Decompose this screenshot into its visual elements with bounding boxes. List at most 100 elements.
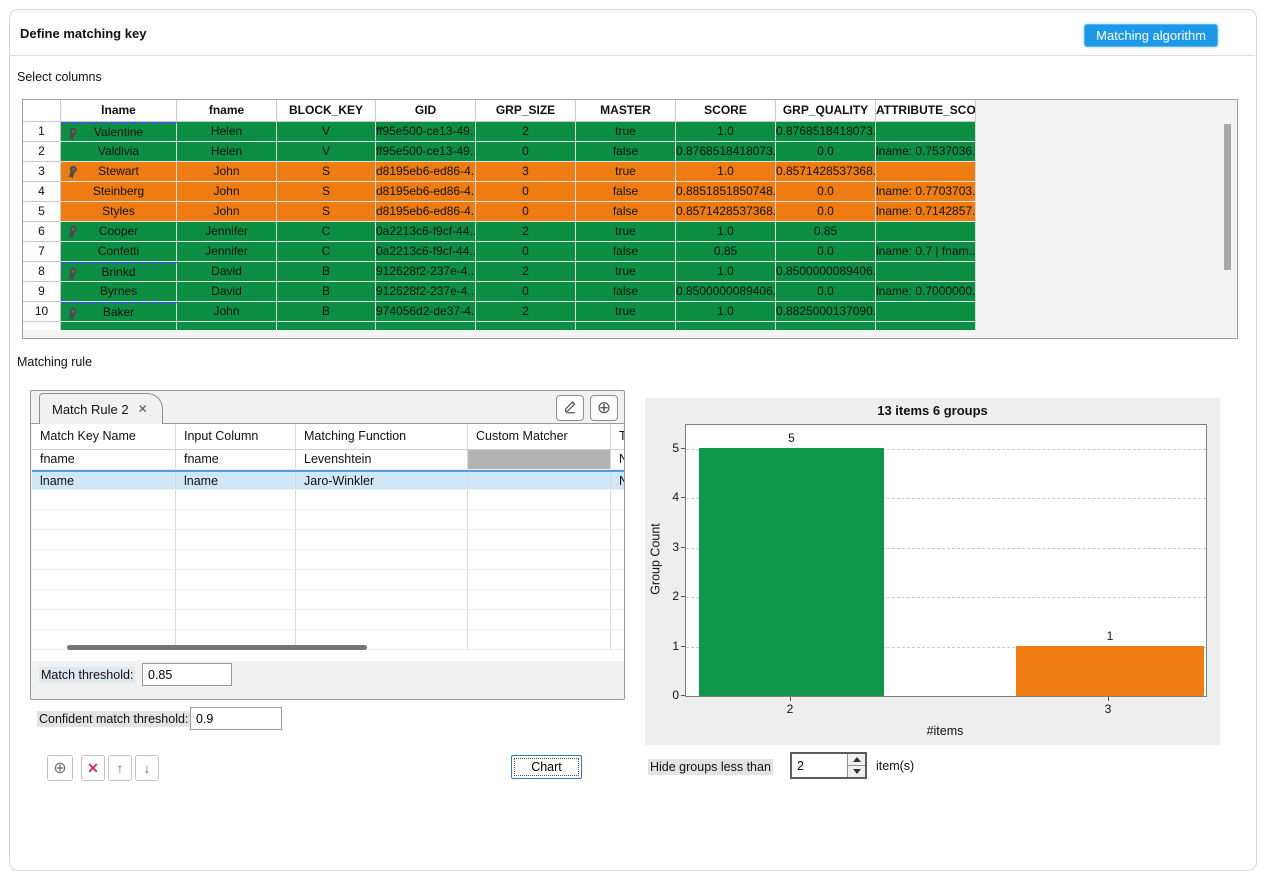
cell-lname: Confetti bbox=[61, 242, 177, 262]
rule-cell-empty bbox=[611, 610, 624, 629]
rule-row-empty bbox=[32, 610, 624, 630]
tab-match-rule-2[interactable]: Match Rule 2 ✕ bbox=[39, 393, 163, 424]
rule-cell-key: fname bbox=[32, 450, 176, 469]
x-tick-label: 3 bbox=[1105, 702, 1112, 716]
column-header-gid[interactable]: GID bbox=[376, 100, 476, 122]
cell-score: 1.0 bbox=[676, 222, 776, 242]
columns-table[interactable]: lnamefnameBLOCK_KEYGIDGRP_SIZEMASTERSCOR… bbox=[22, 99, 1238, 339]
add-rule-button[interactable]: ⊕ bbox=[590, 395, 618, 421]
columns-table-body: 1ValentineHelenVff95e500-ce13-49...2true… bbox=[23, 122, 1237, 330]
delete-x-icon: ✕ bbox=[87, 760, 99, 777]
rule-row[interactable]: fnamefnameLevenshteinN bbox=[32, 450, 624, 470]
table-row[interactable]: 4SteinbergJohnSd8195eb6-ed86-4...0false0… bbox=[23, 182, 1237, 202]
rule-cell-empty bbox=[176, 550, 296, 569]
spinner-down-button[interactable] bbox=[848, 766, 865, 777]
cell-attr bbox=[876, 122, 976, 142]
rule-cell-empty bbox=[296, 510, 468, 529]
rule-cell-empty bbox=[32, 610, 176, 629]
cell-master: true bbox=[576, 262, 676, 282]
edit-rule-button[interactable] bbox=[556, 395, 584, 421]
hide-groups-input[interactable] bbox=[792, 754, 847, 777]
cell-attr: lname: 0.7000000... bbox=[876, 282, 976, 302]
column-header-score[interactable]: SCORE bbox=[676, 100, 776, 122]
arrow-up-icon: ↑ bbox=[117, 760, 124, 776]
cell-block_key: S bbox=[277, 182, 376, 202]
rule-cell-empty bbox=[32, 510, 176, 529]
cell-lname: Styles bbox=[61, 202, 177, 222]
table-row[interactable]: 7ConfettiJenniferC0a2213c6-f9cf-44...0fa… bbox=[23, 242, 1237, 262]
cell-num: 1 bbox=[23, 122, 61, 142]
tab-close-icon[interactable]: ✕ bbox=[138, 402, 148, 416]
rule-cell-empty bbox=[611, 510, 624, 529]
match-threshold-input[interactable] bbox=[142, 663, 232, 686]
table-row[interactable]: 2ValdiviaHelenVff95e500-ce13-49...0false… bbox=[23, 142, 1237, 162]
rule-table[interactable]: Match Key NameInput ColumnMatching Funct… bbox=[32, 424, 624, 661]
chart-button[interactable]: Chart bbox=[511, 755, 582, 779]
rule-row-empty bbox=[32, 490, 624, 510]
column-header-block-key[interactable]: BLOCK_KEY bbox=[277, 100, 376, 122]
matching-algorithm-button[interactable]: Matching algorithm bbox=[1084, 24, 1218, 47]
columns-table-vertical-scrollbar[interactable] bbox=[1224, 124, 1231, 270]
cell-score bbox=[676, 322, 776, 330]
cell-lname: Byrnes bbox=[61, 282, 177, 302]
cell-gid: 974056d2-de37-4... bbox=[376, 302, 476, 322]
move-up-button[interactable]: ↑ bbox=[108, 755, 132, 781]
rule-cell-empty bbox=[611, 590, 624, 609]
table-row[interactable]: 10BakerJohnB974056d2-de37-4...2true1.00.… bbox=[23, 302, 1237, 322]
x-tick-label: 2 bbox=[787, 702, 794, 716]
rule-cell-empty bbox=[296, 550, 468, 569]
cell-grp_size: 0 bbox=[476, 242, 576, 262]
confident-match-threshold-input[interactable] bbox=[190, 707, 282, 730]
table-row[interactable]: 3StewartJohnSd8195eb6-ed86-4...3true1.00… bbox=[23, 162, 1237, 182]
table-row[interactable]: 8BrinkdDavidB912628f2-237e-4...2true1.00… bbox=[23, 262, 1237, 282]
cell-gid: d8195eb6-ed86-4... bbox=[376, 182, 476, 202]
spinner-up-button[interactable] bbox=[848, 754, 865, 766]
medal-icon bbox=[66, 307, 79, 322]
cell-fname: David bbox=[177, 262, 277, 282]
table-row-partial bbox=[23, 322, 1237, 330]
y-tick-mark bbox=[681, 547, 685, 548]
cell-fname: John bbox=[177, 182, 277, 202]
rule-table-horizontal-scrollbar[interactable] bbox=[37, 643, 617, 652]
add-match-key-button[interactable]: ⊕ bbox=[47, 755, 73, 781]
page-title: Define matching key bbox=[20, 26, 146, 41]
rule-table-header: Match Key NameInput ColumnMatching Funct… bbox=[32, 424, 624, 450]
cell-master bbox=[576, 322, 676, 330]
table-row[interactable]: 1ValentineHelenVff95e500-ce13-49...2true… bbox=[23, 122, 1237, 142]
match-rule-panel: Match Rule 2 ✕ ⊕ Match Key NameInput Col… bbox=[30, 390, 625, 700]
cell-num: 5 bbox=[23, 202, 61, 222]
rule-row[interactable]: lnamelnameJaro-WinklerN bbox=[32, 470, 624, 490]
delete-match-key-button[interactable]: ✕ bbox=[81, 755, 105, 781]
scrollbar-thumb[interactable] bbox=[67, 645, 367, 650]
chart-y-axis-label: Group Count bbox=[649, 424, 663, 695]
rule-cell-empty bbox=[32, 570, 176, 589]
cell-fname bbox=[177, 322, 277, 330]
cell-grp_quality: 0.85 bbox=[776, 222, 876, 242]
cell-fname: Jennifer bbox=[177, 222, 277, 242]
rule-cell-t: N bbox=[611, 450, 624, 469]
table-row[interactable]: 5StylesJohnSd8195eb6-ed86-4...0false0.85… bbox=[23, 202, 1237, 222]
y-tick-mark bbox=[681, 646, 685, 647]
cell-grp_quality: 0.0 bbox=[776, 142, 876, 162]
cell-block_key: V bbox=[277, 122, 376, 142]
column-header-grp-quality[interactable]: GRP_QUALITY bbox=[776, 100, 876, 122]
column-header-grp-size[interactable]: GRP_SIZE bbox=[476, 100, 576, 122]
table-row[interactable]: 6CooperJenniferC0a2213c6-f9cf-44...2true… bbox=[23, 222, 1237, 242]
column-header-fname[interactable]: fname bbox=[177, 100, 277, 122]
rule-row-empty bbox=[32, 510, 624, 530]
table-row[interactable]: 9ByrnesDavidB912628f2-237e-4...0false0.8… bbox=[23, 282, 1237, 302]
column-header-lname[interactable]: lname bbox=[61, 100, 177, 122]
cell-grp_size: 0 bbox=[476, 202, 576, 222]
column-header-attribute-scor-[interactable]: ATTRIBUTE_SCOR... bbox=[876, 100, 976, 122]
rule-cell-empty bbox=[468, 490, 611, 509]
cell-score: 0.8500000089406... bbox=[676, 282, 776, 302]
rule-cell-empty bbox=[611, 530, 624, 549]
hide-groups-spinner[interactable] bbox=[790, 752, 867, 779]
cell-score: 1.0 bbox=[676, 162, 776, 182]
chart-plot-area: 51 bbox=[685, 424, 1207, 697]
move-down-button[interactable]: ↓ bbox=[135, 755, 159, 781]
bar-value-label: 1 bbox=[1016, 629, 1204, 643]
column-header-row-number[interactable] bbox=[23, 100, 61, 122]
rule-cell-empty bbox=[176, 590, 296, 609]
column-header-master[interactable]: MASTER bbox=[576, 100, 676, 122]
